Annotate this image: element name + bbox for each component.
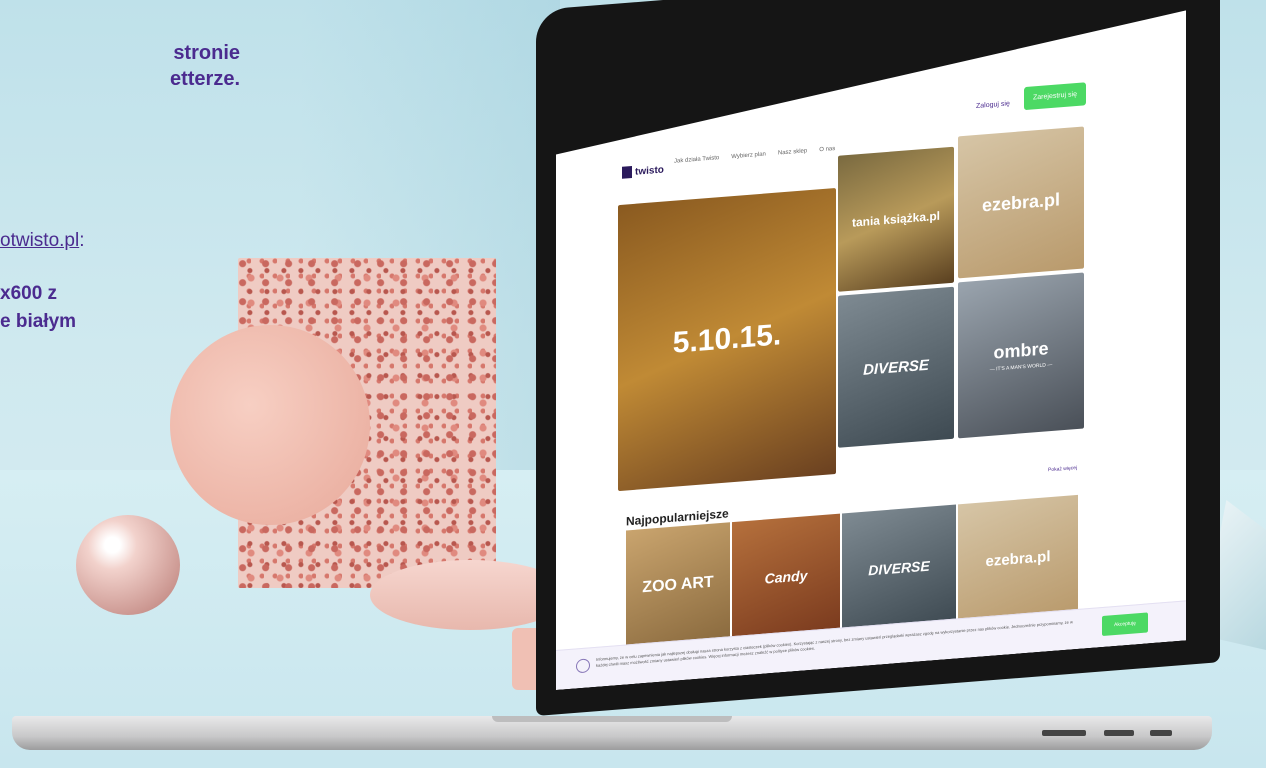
menu-item-plan[interactable]: Wybierz plan bbox=[731, 151, 766, 160]
promo-line-1: stronie bbox=[173, 42, 240, 64]
register-button[interactable]: Zarejestruj się bbox=[1024, 82, 1086, 110]
tile-label: ZOO ART bbox=[642, 573, 714, 597]
popular-tile-ezebra[interactable]: ezebra.pl bbox=[958, 495, 1078, 622]
sd-slot-icon bbox=[1042, 730, 1086, 736]
tile-label: ombre bbox=[993, 338, 1049, 363]
pearl-sphere bbox=[76, 515, 180, 615]
featured-tile-ombre[interactable]: ombre — IT'S A MAN'S WORLD — bbox=[958, 272, 1084, 438]
tile-label: 5.10.15. bbox=[672, 318, 782, 360]
site-logo[interactable]: twisto bbox=[622, 164, 664, 179]
usb-port-icon bbox=[1150, 730, 1172, 736]
cookie-info-icon bbox=[576, 658, 590, 673]
main-menu: Jak działa Twisto Wybierz plan Nasz skle… bbox=[674, 146, 835, 165]
laptop-notch bbox=[492, 716, 732, 722]
menu-item-shop[interactable]: Nasz sklep bbox=[778, 148, 807, 156]
cookie-accept-button[interactable]: Akceptuję bbox=[1102, 612, 1148, 636]
spec-line-1: x600 z bbox=[0, 283, 58, 304]
popular-tile-candy[interactable]: Candy bbox=[732, 514, 840, 640]
show-more-link[interactable]: Pokaż więcej bbox=[1048, 465, 1077, 473]
promo-spec: x600 z e białym bbox=[0, 280, 76, 336]
tile-label: ezebra.pl bbox=[985, 547, 1051, 570]
popular-tile-diverse[interactable]: DIVERSE bbox=[842, 505, 956, 632]
popular-tile-zooart[interactable]: ZOO ART bbox=[626, 522, 730, 648]
tile-tagline: — IT'S A MAN'S WORLD — bbox=[989, 361, 1053, 373]
pink-disk bbox=[170, 325, 370, 525]
email-suffix: : bbox=[79, 230, 85, 251]
promo-email: otwisto.pl: bbox=[0, 230, 84, 252]
tile-label: Candy bbox=[764, 567, 808, 587]
featured-tile-ezebra[interactable]: ezebra.pl bbox=[958, 126, 1084, 278]
featured-tile-diverse[interactable]: DIVERSE bbox=[838, 287, 954, 448]
tile-label: DIVERSE bbox=[863, 356, 929, 379]
menu-item-how[interactable]: Jak działa Twisto bbox=[674, 155, 719, 165]
email-link[interactable]: otwisto.pl bbox=[0, 230, 79, 251]
brand-name: twisto bbox=[635, 164, 664, 178]
tile-label: DIVERSE bbox=[868, 557, 930, 579]
featured-tile-tania-ksiazka[interactable]: tania książka.pl bbox=[838, 147, 954, 292]
menu-item-about[interactable]: O nas bbox=[819, 146, 835, 153]
promo-line-2: etterze. bbox=[169, 68, 240, 90]
featured-tile-51015[interactable]: 5.10.15. bbox=[618, 188, 836, 491]
tile-label: tania książka.pl bbox=[851, 208, 941, 230]
twisto-logo-icon bbox=[622, 166, 632, 179]
promo-text: stronie etterze. otwisto.pl: x600 z e bi… bbox=[0, 40, 240, 332]
hdmi-port-icon bbox=[1104, 730, 1134, 736]
tile-label: ezebra.pl bbox=[981, 188, 1061, 215]
spec-line-2: e białym bbox=[0, 311, 77, 332]
promo-lead: stronie etterze. bbox=[0, 40, 240, 92]
laptop-base bbox=[12, 716, 1212, 750]
login-link[interactable]: Zaloguj się bbox=[976, 100, 1010, 110]
